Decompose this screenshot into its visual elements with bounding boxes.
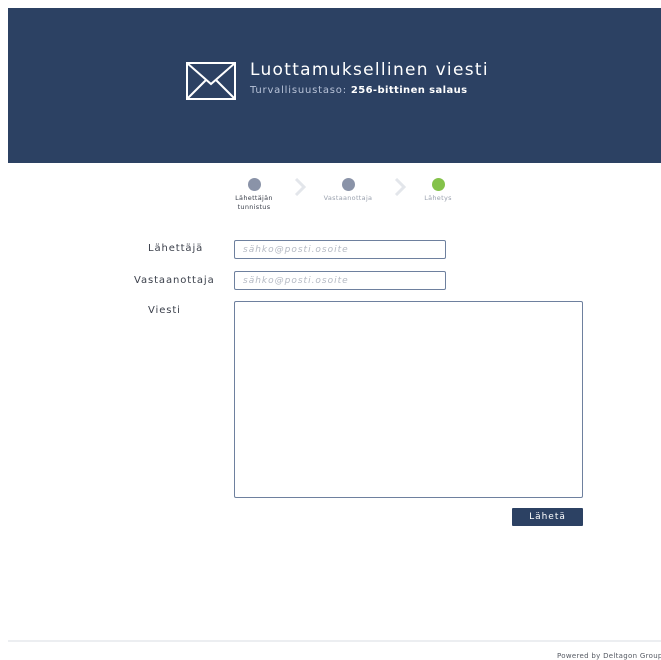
sender-label: Lähettäjä [148, 243, 204, 254]
recipient-email-input[interactable] [234, 271, 446, 290]
message-label: Viesti [148, 305, 181, 316]
security-level-label: Turvallisuustaso: [250, 85, 347, 96]
sender-email-input[interactable] [234, 240, 446, 259]
step-recipient: Vastaanottaja [308, 170, 388, 203]
step-dot [341, 178, 355, 191]
envelope-icon [186, 62, 236, 100]
step-dot [431, 178, 445, 191]
recipient-label: Vastaanottaja [134, 275, 215, 286]
security-level-value: 256-bittinen salaus [350, 85, 468, 96]
send-button[interactable]: Lähetä [512, 508, 583, 526]
step-label: Lähettäjän tunnistus [235, 194, 273, 211]
step-sender-identification: Lähettäjän tunnistus [214, 170, 294, 212]
security-level: Turvallisuustaso: 256-bittinen salaus [250, 85, 468, 96]
step-label: Vastaanottaja [323, 194, 373, 202]
page-title: Luottamuksellinen viesti [250, 60, 489, 80]
footer-divider [8, 640, 661, 642]
powered-by: Powered by Deltagon Group [557, 652, 661, 660]
message-textarea[interactable] [234, 301, 583, 498]
chevron-right-icon [294, 178, 306, 196]
step-dot [247, 178, 261, 191]
step-label: Lähetys [424, 194, 452, 202]
progress-steps: Lähettäjän tunnistus Vastaanottaja Lähet… [0, 170, 661, 220]
step-send: Lähetys [398, 170, 478, 203]
